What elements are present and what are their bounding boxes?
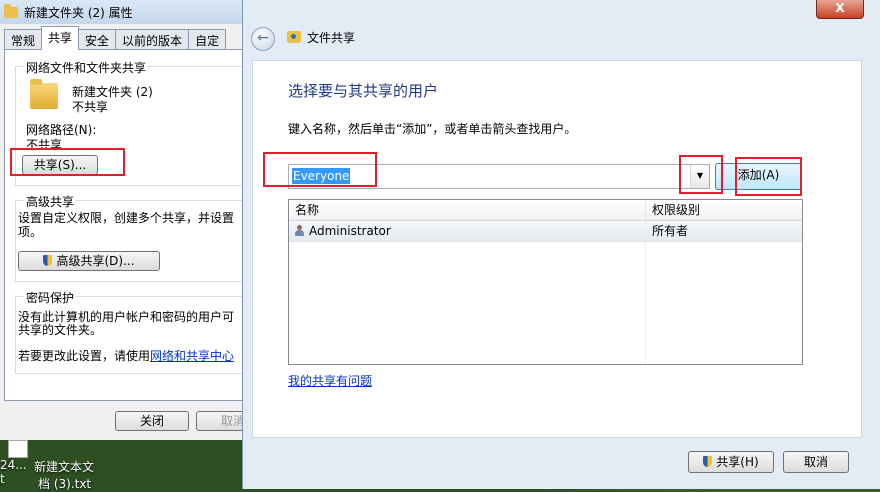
user-icon — [295, 225, 304, 236]
desktop-file-label[interactable]: 新建文本文 档 (3).txt — [34, 458, 94, 492]
back-arrow-icon[interactable]: ← — [251, 27, 275, 51]
advanced-sharing-group: 高级共享 设置自定义权限，创建多个共享，并设置 项。 高级共享(D)... — [15, 193, 243, 282]
change-setting-line: 若要更改此设置，请使用网络和共享中心 — [18, 349, 235, 363]
instruction-text: 键入名称，然后单击“添加”，或者单击箭头查找用户。 — [288, 122, 577, 136]
properties-tabs: 常规 共享 安全 以前的版本 自定 — [4, 26, 227, 50]
uac-shield-icon — [703, 456, 713, 467]
cancel-button[interactable]: 取消 — [783, 451, 849, 473]
dialog-content: 选择要与其共享的用户 键入名称，然后单击“添加”，或者单击箭头查找用户。 Eve… — [252, 60, 862, 438]
network-sharing-group-label: 网络文件和文件夹共享 — [24, 59, 149, 76]
file-sharing-icon — [287, 31, 301, 43]
uac-shield-icon — [43, 255, 53, 266]
network-sharing-center-link[interactable]: 网络和共享中心 — [150, 349, 234, 363]
folder-large-icon — [30, 79, 58, 109]
password-protection-group: 密码保护 没有此计算机的用户帐户和密码的用户可 共享的文件夹。 若要更改此设置，… — [15, 289, 243, 374]
advanced-sharing-description: 设置自定义权限，创建多个共享，并设置 项。 — [18, 211, 235, 239]
highlight-user-input — [263, 152, 377, 187]
password-protection-group-label: 密码保护 — [24, 289, 77, 306]
folder-icon — [4, 3, 18, 18]
tab-previous-versions[interactable]: 以前的版本 — [115, 29, 190, 50]
password-description: 没有此计算机的用户帐户和密码的用户可 共享的文件夹。 — [18, 310, 235, 337]
page-heading: 选择要与其共享的用户 — [288, 82, 439, 100]
dialog-title: 文件共享 — [307, 31, 356, 45]
cancel-button-bg[interactable]: 取消 — [196, 411, 243, 431]
users-list[interactable]: 名称 权限级别 Administrator 所有者 — [288, 199, 803, 365]
file-sharing-dialog: X ← 文件共享 选择要与其共享的用户 键入名称，然后单击“添加”，或者单击箭头… — [242, 0, 880, 489]
column-name[interactable]: 名称 — [289, 200, 646, 220]
folder-share-status: 不共享 — [72, 100, 109, 114]
row-permission: 所有者 — [652, 224, 689, 238]
sharing-help-link[interactable]: 我的共享有问题 — [288, 372, 372, 389]
row-user-name: Administrator — [309, 224, 391, 238]
text-file-icon[interactable] — [8, 440, 28, 458]
close-button[interactable]: 关闭 — [115, 411, 189, 431]
users-list-header: 名称 权限级别 — [289, 200, 802, 221]
sharing-tab-panel: 网络文件和文件夹共享 新建文件夹 (2) 不共享 网络路径(N): 不共享 共享… — [4, 49, 243, 401]
tab-customize[interactable]: 自定 — [188, 29, 227, 50]
column-divider — [645, 221, 646, 363]
properties-titlebar: 新建文件夹 (2) 属性 — [0, 0, 243, 24]
close-icon[interactable]: X — [816, 0, 864, 19]
highlight-dropdown-arrow — [679, 155, 723, 194]
advanced-sharing-button[interactable]: 高级共享(D)... — [18, 251, 160, 271]
table-row[interactable]: Administrator 所有者 — [289, 221, 802, 242]
highlight-add-button — [735, 157, 802, 196]
desktop-partial-label[interactable]: 24... t — [0, 458, 27, 486]
properties-title: 新建文件夹 (2) 属性 — [24, 5, 133, 20]
tab-security[interactable]: 安全 — [78, 29, 117, 50]
tab-sharing[interactable]: 共享 — [41, 26, 80, 50]
advanced-sharing-group-label: 高级共享 — [24, 193, 77, 210]
tab-general[interactable]: 常规 — [4, 29, 43, 50]
properties-window: 新建文件夹 (2) 属性 常规 共享 安全 以前的版本 自定 网络文件和文件夹共… — [0, 0, 244, 440]
share-confirm-button[interactable]: 共享(H) — [688, 451, 774, 473]
column-permission[interactable]: 权限级别 — [646, 200, 802, 220]
highlight-share-button — [10, 148, 125, 176]
